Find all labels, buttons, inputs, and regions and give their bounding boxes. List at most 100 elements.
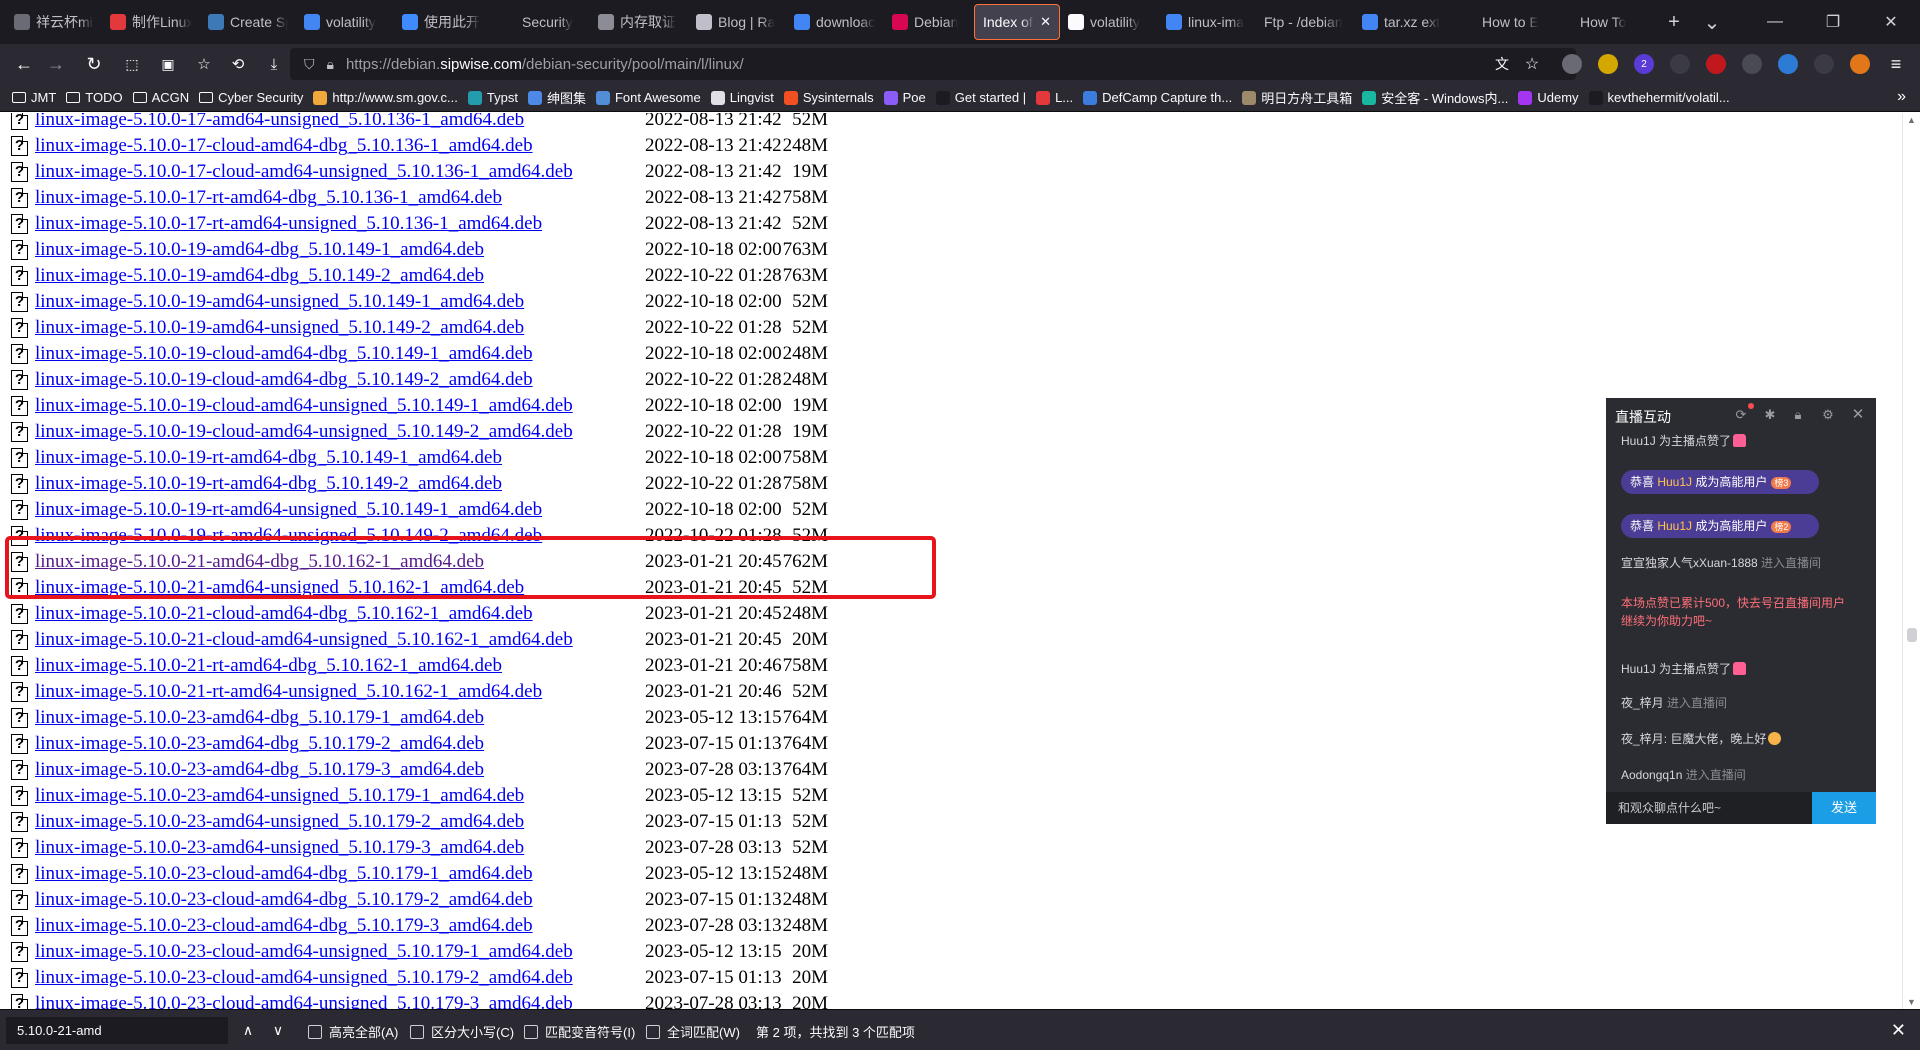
file-link[interactable]: linux-image-5.10.0-19-amd64-unsigned_5.1… [35, 315, 524, 341]
find-previous-icon[interactable]: ∧ [236, 1018, 260, 1042]
chat-lock-icon[interactable]: 🔒︎ [1790, 407, 1806, 423]
checkbox-icon[interactable] [308, 1024, 322, 1039]
metamask-icon[interactable] [1850, 54, 1870, 74]
file-link[interactable]: linux-image-5.10.0-23-amd64-unsigned_5.1… [35, 809, 524, 835]
file-link[interactable]: linux-image-5.10.0-17-cloud-amd64-unsign… [35, 159, 573, 185]
bookmark-item[interactable]: Font Awesome [595, 90, 701, 105]
page-scrollbar[interactable]: ▲ ▼ [1902, 113, 1920, 1009]
file-link[interactable]: linux-image-5.10.0-23-cloud-amd64-dbg_5.… [35, 887, 533, 913]
browser-tab[interactable]: tar.xz ext [1354, 4, 1452, 40]
chat-close-icon[interactable]: ✕ [1850, 407, 1866, 423]
file-link[interactable]: linux-image-5.10.0-17-rt-amd64-dbg_5.10.… [35, 185, 502, 211]
bookmark-star-icon[interactable]: ☆ [190, 50, 218, 78]
file-link[interactable]: linux-image-5.10.0-21-rt-amd64-dbg_5.10.… [35, 653, 502, 679]
browser-tab[interactable]: 内存取证 [590, 4, 688, 40]
bookmark-folder[interactable]: ACGN [132, 90, 189, 105]
bookmark-item[interactable]: 安全客 - Windows内... [1362, 88, 1508, 107]
browser-tab[interactable]: 祥云杯mis [6, 4, 102, 40]
file-link[interactable]: linux-image-5.10.0-23-amd64-unsigned_5.1… [35, 783, 524, 809]
browser-tab[interactable]: volatility [1060, 4, 1158, 40]
find-option-match-diacritics[interactable]: 匹配变音符号(I) [524, 1022, 635, 1041]
find-option-match-case[interactable]: 区分大小写(C) [410, 1022, 514, 1041]
find-option-highlight-all[interactable]: 高亮全部(A) [308, 1022, 398, 1041]
ublock-icon[interactable] [1706, 54, 1726, 74]
extension-badge-icon[interactable]: 2 [1634, 54, 1654, 74]
tab-list-icon[interactable]: ⌄ [1698, 8, 1726, 36]
file-link[interactable]: linux-image-5.10.0-17-amd64-unsigned_5.1… [35, 113, 524, 133]
chat-input[interactable]: 和观众聊点什么吧~ [1606, 792, 1812, 824]
browser-tab[interactable]: Index of /d ✕ [974, 4, 1060, 40]
bookmark-item[interactable]: DefCamp Capture th... [1083, 90, 1232, 105]
find-option-whole-words[interactable]: 全词匹配(W) [646, 1022, 740, 1041]
extension-ghost-icon[interactable] [1562, 54, 1582, 74]
chat-refresh-icon[interactable]: ⟳ [1733, 407, 1749, 423]
back-icon[interactable]: ← [10, 50, 38, 78]
username[interactable]: Huu1J [1621, 662, 1656, 676]
translate-icon[interactable]: 文 [1488, 50, 1516, 78]
bookmark-item[interactable]: 绅图集 [527, 88, 586, 107]
file-link[interactable]: linux-image-5.10.0-19-rt-amd64-unsigned_… [35, 497, 542, 523]
username[interactable]: Huu1J [1621, 434, 1656, 448]
extension-gamepad-icon[interactable] [1670, 54, 1690, 74]
file-link[interactable]: linux-image-5.10.0-19-rt-amd64-dbg_5.10.… [35, 445, 502, 471]
find-next-icon[interactable]: ∨ [266, 1018, 290, 1042]
file-link[interactable]: linux-image-5.10.0-19-amd64-unsigned_5.1… [35, 289, 524, 315]
checkbox-icon[interactable] [524, 1024, 538, 1039]
file-link[interactable]: linux-image-5.10.0-23-amd64-dbg_5.10.179… [35, 757, 484, 783]
browser-tab[interactable]: 使用此开 [394, 4, 492, 40]
screenshot-icon[interactable]: ▣ [154, 50, 182, 78]
file-link[interactable]: linux-image-5.10.0-21-cloud-amd64-dbg_5.… [35, 601, 533, 627]
bookmark-item[interactable]: Udemy [1518, 90, 1579, 105]
browser-tab[interactable]: How to E [1452, 4, 1550, 40]
download-icon[interactable]: ⤓ [260, 50, 288, 78]
chat-settings-gear-icon[interactable]: ✱ [1762, 407, 1778, 423]
find-close-icon[interactable]: ✕ [1891, 1020, 1906, 1041]
username[interactable]: Aodongq1n [1621, 768, 1682, 782]
checkbox-icon[interactable] [410, 1024, 424, 1039]
file-link[interactable]: linux-image-5.10.0-19-amd64-dbg_5.10.149… [35, 237, 484, 263]
bookmark-item[interactable]: Poe [883, 90, 926, 105]
scroll-thumb[interactable] [1907, 628, 1917, 642]
chat-gear-icon[interactable]: ⚙ [1820, 407, 1836, 423]
username[interactable]: Huu1J [1657, 475, 1692, 489]
file-link[interactable]: linux-image-5.10.0-19-cloud-amd64-dbg_5.… [35, 341, 533, 367]
window-close-icon[interactable]: ✕ [1862, 0, 1920, 44]
chat-send-button[interactable]: 发送 [1812, 792, 1876, 824]
browser-tab[interactable]: volatility [296, 4, 394, 40]
file-link[interactable]: linux-image-5.10.0-19-cloud-amd64-unsign… [35, 419, 573, 445]
file-link[interactable]: linux-image-5.10.0-23-cloud-amd64-dbg_5.… [35, 861, 533, 887]
browser-tab[interactable]: Ftp - /debian [1256, 4, 1354, 40]
scroll-up-icon[interactable]: ▲ [1907, 115, 1916, 125]
bookmark-folder[interactable]: JMT [12, 90, 56, 105]
maximize-icon[interactable]: ❐ [1804, 0, 1862, 44]
file-link[interactable]: linux-image-5.10.0-23-amd64-unsigned_5.1… [35, 835, 524, 861]
extension-color-icon[interactable] [1778, 54, 1798, 74]
file-link[interactable]: linux-image-5.10.0-23-cloud-amd64-dbg_5.… [35, 913, 533, 939]
browser-tab[interactable]: linux-ima [1158, 4, 1256, 40]
file-link[interactable]: linux-image-5.10.0-19-amd64-dbg_5.10.149… [35, 263, 484, 289]
new-tab-icon[interactable]: + [1660, 8, 1688, 36]
extension-tools-icon[interactable] [1742, 54, 1762, 74]
bookmark-folder[interactable]: Cyber Security [199, 90, 303, 105]
shield-icon[interactable]: ⛉ [304, 56, 315, 73]
username[interactable]: 宣宣独家人气xXuan-1888 [1621, 556, 1758, 570]
scroll-down-icon[interactable]: ▼ [1907, 997, 1916, 1007]
browser-tab[interactable]: 制作Linux [102, 4, 200, 40]
forward-icon[interactable]: → [42, 50, 70, 78]
file-link[interactable]: linux-image-5.10.0-23-cloud-amd64-unsign… [35, 965, 573, 991]
extensions-icon[interactable]: ⬚ [118, 50, 146, 78]
minimize-icon[interactable]: — [1746, 0, 1804, 44]
url-text[interactable]: https://debian.sipwise.com/debian-securi… [346, 56, 744, 73]
address-bar[interactable]: ⛉ 🔒︎ https://debian.sipwise.com/debian-s… [290, 48, 1576, 80]
file-link[interactable]: linux-image-5.10.0-19-cloud-amd64-dbg_5.… [35, 367, 533, 393]
bookmark-item[interactable]: kevthehermit/volatil... [1588, 90, 1730, 105]
bookmark-item[interactable]: L... [1036, 90, 1073, 105]
file-link[interactable]: linux-image-5.10.0-19-rt-amd64-dbg_5.10.… [35, 471, 502, 497]
browser-tab[interactable]: How To [1550, 4, 1648, 40]
browser-tab[interactable]: Debian [884, 4, 974, 40]
bookmark-item[interactable]: Lingvist [710, 90, 774, 105]
username[interactable]: 夜_梓月 [1621, 696, 1664, 710]
reload-icon[interactable]: ↻ [80, 50, 108, 78]
file-link[interactable]: linux-image-5.10.0-23-amd64-dbg_5.10.179… [35, 705, 484, 731]
bookmark-item[interactable]: Typst [467, 90, 518, 105]
